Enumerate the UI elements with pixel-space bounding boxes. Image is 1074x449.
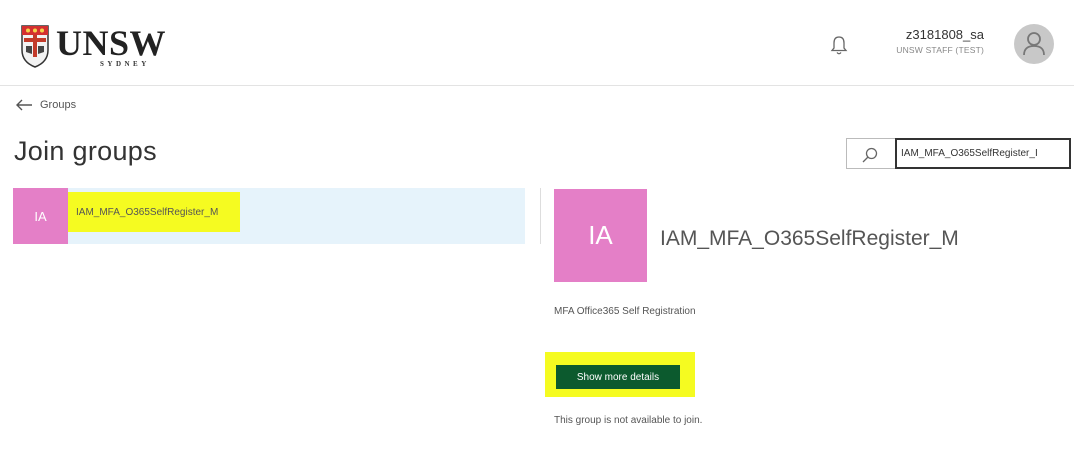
page-title: Join groups [14,136,157,166]
user-role: UNSW STAFF (TEST) [896,45,984,55]
crest-icon [21,25,49,68]
user-name: z3181808_sa [905,27,984,42]
user-info[interactable]: z3181808_sa UNSW STAFF (TEST) [896,26,984,56]
arrow-left-icon [16,99,32,111]
join-notice: This group is not available to join. [554,415,703,426]
back-label: Groups [40,99,77,111]
avatar[interactable] [1014,24,1054,64]
logo-wordmark: UNSW [56,23,167,63]
bell-icon[interactable] [829,34,849,56]
unsw-logo[interactable]: UNSW SYDNEY [20,23,170,70]
divider [540,188,541,244]
top-bar: UNSW SYDNEY z3181808_sa UNSW STAFF (TEST… [0,0,1074,86]
detail-description: MFA Office365 Self Registration [554,306,696,317]
group-name: IAM_MFA_O365SelfRegister_M [68,192,241,232]
person-icon [1023,32,1045,56]
detail-title: IAM_MFA_O365SelfRegister_M [660,227,959,250]
detail-avatar: IA [554,189,647,282]
search-icon[interactable] [861,146,879,164]
list-item[interactable]: IA IAM_MFA_O365SelfRegister_M [13,188,525,244]
search-input[interactable] [895,138,1071,169]
group-avatar: IA [13,188,68,244]
show-more-details-button[interactable]: Show more details [556,365,680,389]
search-box [846,138,1071,169]
back-link[interactable]: Groups [14,98,76,112]
logo-subtext: SYDNEY [100,60,150,68]
